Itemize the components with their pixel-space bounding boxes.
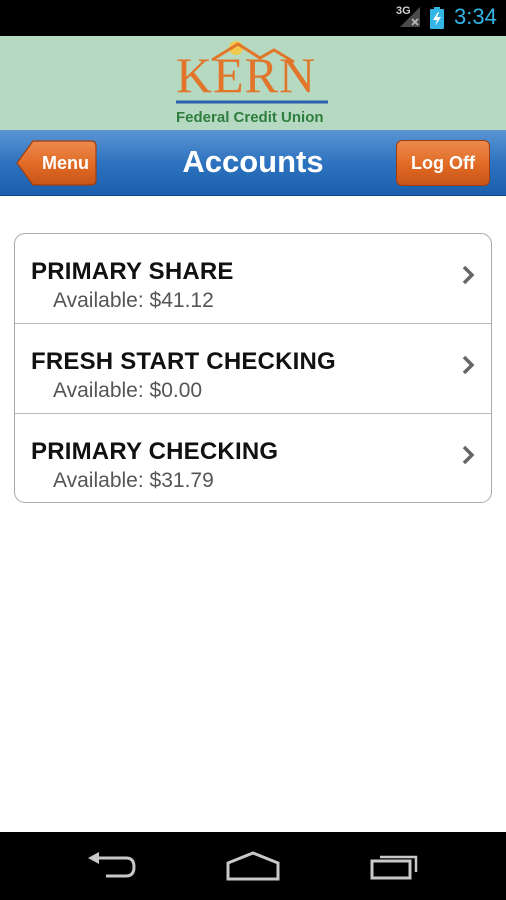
account-name: FRESH START CHECKING (31, 348, 336, 375)
clock: 3:34 (454, 4, 497, 29)
account-available: Available: $0.00 (53, 379, 202, 403)
account-available: Available: $31.79 (53, 469, 214, 493)
account-row[interactable]: PRIMARY SHARE Available: $41.12 (15, 234, 491, 324)
system-nav-bar (0, 832, 506, 900)
accounts-list: PRIMARY SHARE Available: $41.12 FRESH ST… (14, 233, 492, 503)
available-label: Available: (53, 379, 144, 402)
available-amount: $0.00 (149, 379, 203, 402)
menu-button[interactable]: Menu (16, 140, 97, 186)
account-row[interactable]: FRESH START CHECKING Available: $0.00 (15, 324, 491, 414)
account-name: PRIMARY SHARE (31, 258, 234, 285)
available-amount: $31.79 (149, 469, 214, 492)
account-name: PRIMARY CHECKING (31, 438, 279, 465)
kern-logo: KERN Federal Credit Union (170, 36, 340, 130)
menu-button-label: Menu (42, 153, 89, 173)
status-bar: 3G 3:34 (0, 0, 506, 36)
signal-icon (400, 7, 420, 27)
chevron-right-icon (462, 445, 475, 465)
title-bar: Accounts Menu Log Off (0, 130, 506, 196)
account-available: Available: $41.12 (53, 289, 214, 313)
available-label: Available: (53, 469, 144, 492)
logo-subtitle: Federal Credit Union (176, 109, 324, 126)
home-icon[interactable] (226, 851, 280, 881)
chevron-right-icon (462, 355, 475, 375)
available-label: Available: (53, 289, 144, 312)
back-icon[interactable] (86, 852, 138, 880)
logo-name: KERN (176, 47, 317, 103)
chevron-right-icon (462, 265, 475, 285)
account-row[interactable]: PRIMARY CHECKING Available: $31.79 (15, 414, 491, 502)
log-off-button[interactable]: Log Off (396, 140, 490, 186)
recent-apps-icon[interactable] (370, 852, 420, 880)
available-amount: $41.12 (149, 289, 214, 312)
battery-charging-icon (430, 7, 444, 29)
